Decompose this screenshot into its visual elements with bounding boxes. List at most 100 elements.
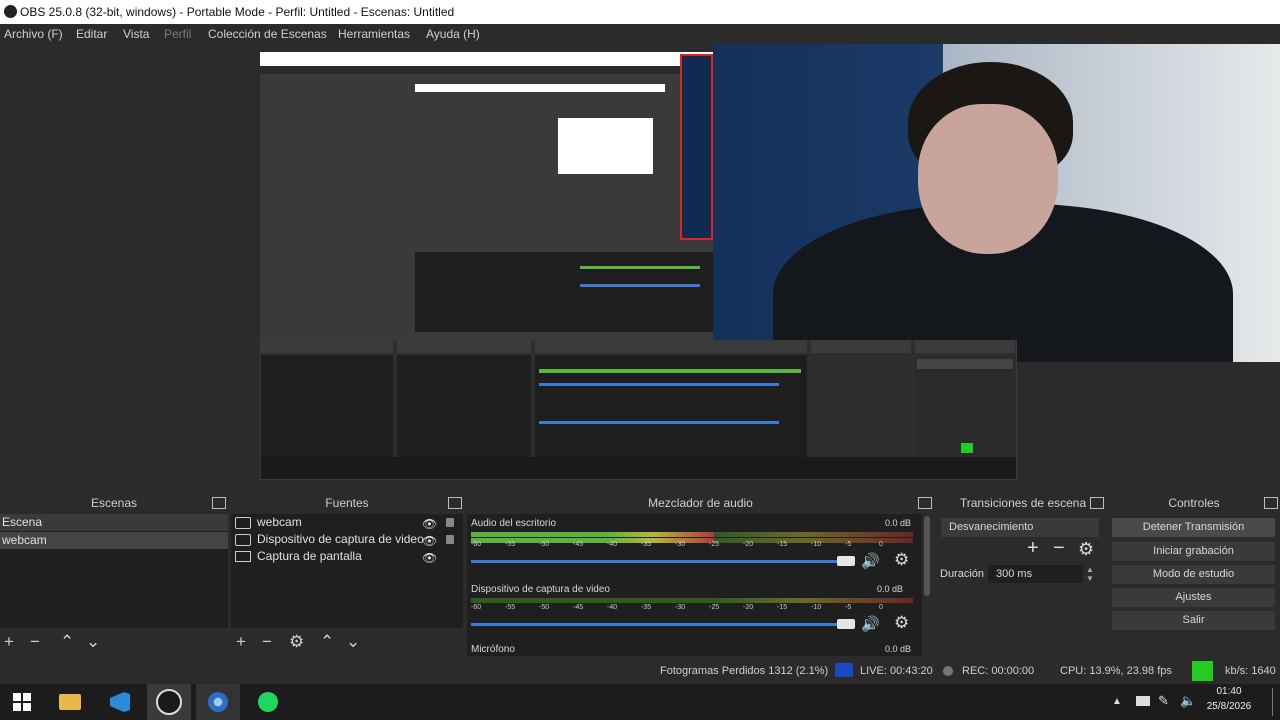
sources-header: Fuentes [231,494,463,512]
channel-db: 0.0 dB [877,584,904,594]
meter-bg [471,598,913,603]
duration-label: Duración [940,568,985,580]
spotify-icon[interactable] [246,684,290,720]
window-title: OBS 25.0.8 (32-bit, windows) - Portable … [20,5,455,19]
dock-float-icon[interactable] [1264,497,1278,509]
source-label: webcam [257,515,302,529]
speaker-icon[interactable]: 🔊 [861,615,880,633]
eye-icon[interactable]: 👁 [422,534,437,548]
rec-dot-icon [943,666,953,676]
obs-logo-icon [4,5,17,18]
menu-editar[interactable]: Editar [76,27,107,41]
volume-slider-handle[interactable] [837,619,855,629]
move-down-icon[interactable]: ⌄ [346,632,360,652]
gear-icon[interactable]: ⚙ [894,550,909,570]
windows-start-icon[interactable] [0,684,44,720]
move-down-icon[interactable]: ⌄ [86,632,100,652]
move-up-icon[interactable]: ⌃ [60,632,74,652]
scene-item[interactable]: webcam [0,532,228,549]
meter-ticks: -60 -55 -50 -45 -40 -35 -30 -25 -20 -15 -10 -5 0 [471,604,883,611]
volume-slider[interactable] [471,623,843,626]
file-explorer-icon[interactable] [48,684,92,720]
channel-name: Dispositivo de captura de video [471,584,610,595]
add-icon[interactable]: + [236,632,246,652]
live-time: LIVE: 00:43:20 [860,665,933,677]
move-up-icon[interactable]: ⌃ [320,632,334,652]
scenes-header: Escenas [0,494,228,512]
cpu-fps: CPU: 13.9%, 23.98 fps [1060,665,1172,677]
menu-perfil[interactable]: Perfil [164,27,191,41]
show-desktop[interactable] [1272,688,1273,716]
preview-canvas[interactable] [0,44,1280,490]
channel-db: 0.0 dB [885,518,912,528]
obs-taskbar-icon[interactable] [147,684,191,720]
scene-item[interactable]: Escena [0,514,228,531]
sources-list[interactable]: webcam Dispositivo de captura de video C… [231,514,463,628]
gear-icon[interactable]: ⚙ [894,613,909,633]
add-icon[interactable]: + [4,632,14,652]
channel-db: 0.0 dB [885,644,912,654]
menu-bar: Archivo (F) Editar Vista Perfil Colecció… [0,24,1280,44]
duration-stepper[interactable]: ▲ ▼ [1086,565,1096,583]
browser-icon[interactable] [196,684,240,720]
add-icon[interactable]: + [1027,537,1039,560]
pen-icon[interactable]: ✎ [1158,693,1169,709]
gear-icon[interactable]: ⚙ [289,632,304,652]
stop-streaming-button[interactable]: Detener Transmisión [1112,518,1275,537]
menu-herramientas[interactable]: Herramientas [338,27,410,41]
start-recording-button[interactable]: Iniciar grabación [1112,542,1275,561]
dropped-frames: Fotogramas Perdidos 1312 (2.1%) [660,665,829,677]
menu-coleccion[interactable]: Colección de Escenas [208,27,327,41]
controls-header: Controles [1110,494,1278,512]
audio-mixer: Audio del escritorio 0.0 dB -60 -55 -50 -45… [467,514,922,656]
scenes-title: Escenas [90,496,138,510]
meter-ticks: -60 -55 -50 -45 -40 -35 -30 -25 -20 -15 -10 -5 0 [471,541,883,548]
eye-icon[interactable]: 👁 [422,517,437,531]
chevron-up-icon[interactable]: ▲ [1112,696,1122,707]
nested-capture-bottom [260,340,1017,480]
monitor-icon [235,551,251,562]
volume-slider-handle[interactable] [837,556,855,566]
source-label: Dispositivo de captura de video [257,532,424,546]
title-bar: OBS 25.0.8 (32-bit, windows) - Portable … [0,0,1280,24]
menu-ayuda[interactable]: Ayuda (H) [426,27,480,41]
dock-float-icon[interactable] [1090,497,1104,509]
duration-input[interactable]: 300 ms [988,565,1083,583]
network-icon[interactable] [1136,696,1150,706]
gear-icon[interactable]: ⚙ [1078,539,1094,560]
clock-time: 01:40 [1216,686,1242,697]
lock-icon[interactable] [446,535,454,544]
remove-icon[interactable]: − [262,632,272,652]
live-indicator-icon [835,663,853,677]
clock[interactable]: 01:40 25/8/2026 [1206,686,1252,712]
menu-archivo[interactable]: Archivo (F) [4,27,63,41]
volume-icon[interactable]: 🔈 [1180,693,1196,709]
exit-button[interactable]: Salir [1112,611,1275,630]
mixer-scrollbar[interactable] [924,516,930,596]
transition-select[interactable]: Desvanecimiento [941,518,1099,537]
vscode-icon[interactable] [98,684,142,720]
lock-icon[interactable] [446,518,454,527]
speaker-icon[interactable]: 🔊 [861,552,880,570]
rec-time: REC: 00:00:00 [962,665,1035,677]
channel-name: Audio del escritorio [471,518,557,529]
remove-icon[interactable]: − [1053,537,1065,560]
source-label: Captura de pantalla [257,549,362,563]
camera-icon [235,534,251,546]
clock-date: 25/8/2026 [1206,701,1252,712]
webcam-feed [713,44,1280,362]
eye-icon[interactable]: 👁 [422,551,437,565]
dock-float-icon[interactable] [448,497,462,509]
scenes-list[interactable]: Escena webcam [0,514,228,628]
menu-vista[interactable]: Vista [123,27,149,41]
studio-mode-button[interactable]: Modo de estudio [1112,565,1275,584]
settings-button[interactable]: Ajustes [1112,588,1275,607]
transition-selected: Desvanecimiento [949,521,1034,533]
dock-float-icon[interactable] [918,497,932,509]
remove-icon[interactable]: − [30,632,40,652]
dock-float-icon[interactable] [212,497,226,509]
taskbar: ▲ ✎ 🔈 01:40 25/8/2026 [0,684,1280,720]
transitions-header: Transiciones de escena [938,494,1108,512]
volume-slider[interactable] [471,560,843,563]
status-square [1192,661,1213,681]
